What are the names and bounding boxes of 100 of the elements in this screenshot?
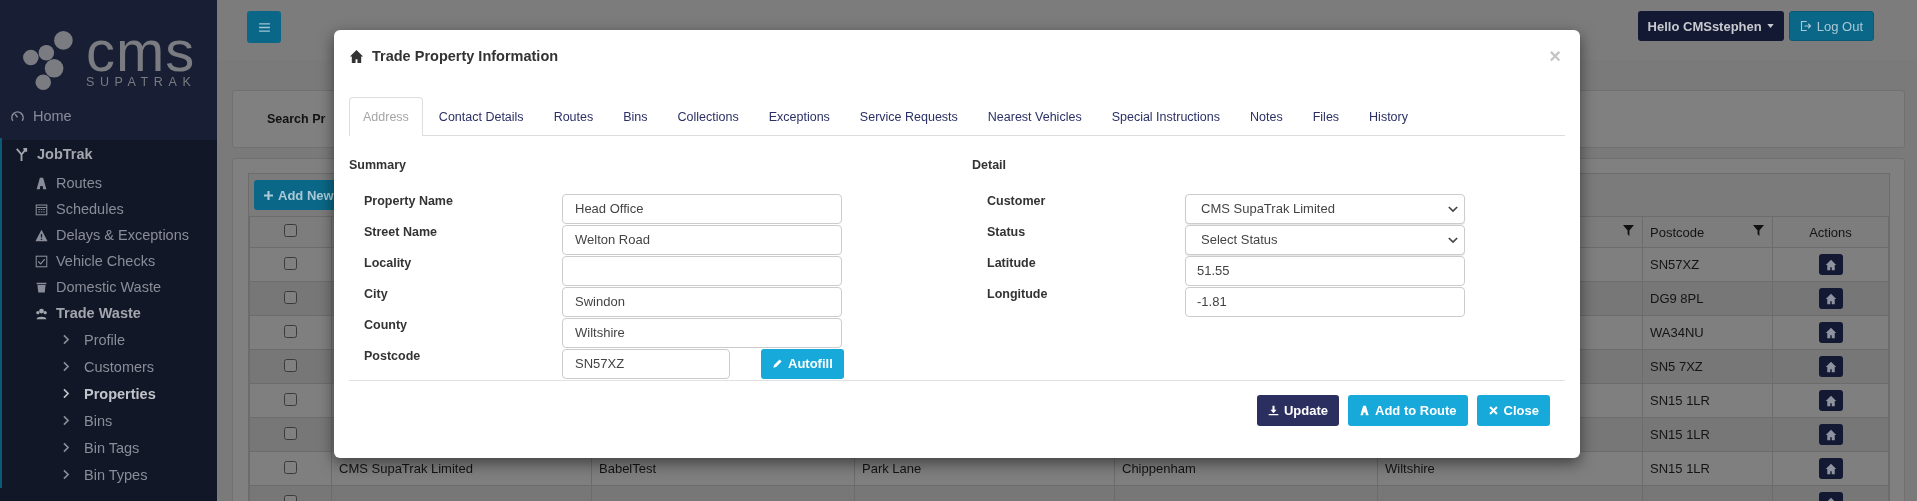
calendar-icon bbox=[35, 202, 48, 216]
field-label: Street Name bbox=[364, 224, 438, 239]
road-icon bbox=[35, 176, 48, 190]
tab[interactable]: Special Instructions bbox=[1097, 97, 1235, 135]
tab[interactable]: Contact Details bbox=[424, 97, 538, 135]
text-field[interactable]: -1.81 bbox=[1185, 286, 1465, 317]
text-field[interactable]: SN57XZ bbox=[562, 348, 730, 379]
tab[interactable]: History bbox=[1355, 97, 1422, 135]
dialog-button[interactable]: Update bbox=[1256, 395, 1339, 426]
house-icon bbox=[1824, 428, 1837, 441]
table-cell: Chippenham bbox=[1122, 461, 1196, 476]
property-button[interactable] bbox=[1818, 356, 1843, 377]
house-icon bbox=[349, 48, 364, 64]
field-label: City bbox=[364, 286, 389, 301]
tab[interactable]: Service Requests bbox=[845, 97, 972, 135]
select-all-checkbox[interactable] bbox=[284, 224, 297, 237]
chevron-right-icon bbox=[62, 334, 70, 345]
people-icon bbox=[35, 306, 48, 320]
row-checkbox[interactable] bbox=[284, 426, 297, 440]
row-checkbox[interactable] bbox=[284, 392, 297, 406]
filter-icon[interactable] bbox=[1753, 225, 1764, 236]
table-cell: Wiltshire bbox=[1385, 461, 1435, 476]
chevron-right-icon bbox=[62, 361, 70, 372]
field-label: Status bbox=[987, 224, 1027, 239]
dropdown-field[interactable]: Select Status bbox=[1185, 224, 1465, 255]
property-button[interactable] bbox=[1818, 322, 1843, 343]
text-field[interactable]: Swindon bbox=[562, 286, 842, 317]
search-label: Search Pr bbox=[267, 112, 326, 126]
logout-button[interactable]: Log Out bbox=[1788, 11, 1874, 41]
property-button[interactable] bbox=[1818, 424, 1843, 445]
field-label: Customer bbox=[987, 193, 1047, 208]
sidebar-item[interactable]: Trade Waste bbox=[2, 300, 217, 326]
table-cell: DG9 8PL bbox=[1650, 291, 1704, 306]
sidebar-item[interactable]: Vehicle Checks bbox=[2, 248, 217, 274]
sidebar-item[interactable]: Schedules bbox=[2, 196, 217, 222]
tab[interactable]: Files bbox=[1298, 97, 1354, 135]
sidebar-item[interactable]: Bin Tags bbox=[2, 434, 217, 461]
download-icon bbox=[1267, 405, 1279, 416]
dropdown-field[interactable]: CMS SupaTrak Limited bbox=[1185, 193, 1465, 224]
chevron-right-icon bbox=[62, 442, 70, 453]
section-heading: Detail bbox=[972, 158, 1008, 172]
text-field[interactable]: Head Office bbox=[562, 193, 842, 224]
sidebar-item[interactable]: Domestic Waste bbox=[2, 274, 217, 300]
tab[interactable]: Bins bbox=[609, 97, 662, 135]
field-label: Property Name bbox=[364, 193, 454, 208]
field-label: County bbox=[364, 317, 409, 332]
property-button[interactable] bbox=[1818, 288, 1843, 309]
row-checkbox[interactable] bbox=[284, 290, 297, 304]
sidebar-item[interactable]: Bin Types bbox=[2, 461, 217, 488]
chevron-right-icon bbox=[62, 469, 70, 480]
user-menu-button[interactable]: Hello CMSstephen bbox=[1637, 11, 1784, 41]
chevron-down-icon bbox=[1448, 205, 1458, 213]
property-button[interactable] bbox=[1818, 458, 1843, 479]
caret-icon bbox=[1766, 24, 1774, 28]
tab[interactable]: Notes bbox=[1236, 97, 1297, 135]
property-button[interactable] bbox=[1818, 254, 1843, 275]
row-checkbox[interactable] bbox=[284, 256, 297, 270]
row-checkbox[interactable] bbox=[284, 324, 297, 338]
text-field[interactable]: 51.55 bbox=[1185, 255, 1465, 286]
property-button[interactable] bbox=[1818, 390, 1843, 411]
row-checkbox[interactable] bbox=[284, 460, 297, 474]
plus-icon bbox=[264, 190, 273, 200]
table-cell: BabelTest bbox=[599, 461, 657, 476]
sidebar-item[interactable]: Profile bbox=[2, 326, 217, 353]
sidebar-item[interactable]: JobTrak bbox=[2, 138, 217, 170]
chevron-right-icon bbox=[62, 388, 70, 399]
table-cell: SN5 7XZ bbox=[1650, 359, 1703, 374]
filter-icon[interactable] bbox=[1623, 225, 1634, 236]
dialog-title: Trade Property Information bbox=[372, 48, 560, 64]
fork-icon bbox=[14, 146, 29, 162]
sidebar-item[interactable]: Customers bbox=[2, 353, 217, 380]
sidebar-item[interactable]: Properties bbox=[2, 380, 217, 407]
house-icon bbox=[1824, 360, 1837, 373]
house-icon bbox=[1824, 258, 1837, 271]
menu-icon bbox=[258, 22, 270, 32]
table-cell: SN15 1LR bbox=[1650, 393, 1710, 408]
field-label: Postcode bbox=[364, 348, 422, 363]
text-field[interactable]: Welton Road bbox=[562, 224, 842, 255]
table-cell: SN15 1LR bbox=[1650, 427, 1710, 442]
checkbox-icon bbox=[35, 254, 48, 268]
table-cell: CMS SupaTrak Limited bbox=[339, 461, 473, 476]
sidebar-item[interactable]: Home bbox=[0, 100, 217, 132]
row-checkbox[interactable] bbox=[284, 358, 297, 372]
tab[interactable]: Collections bbox=[663, 97, 753, 135]
pencil-icon bbox=[772, 358, 783, 369]
tab[interactable]: Routes bbox=[539, 97, 608, 135]
bin-icon bbox=[35, 280, 48, 294]
section-heading: Summary bbox=[349, 158, 407, 172]
menu-button[interactable] bbox=[247, 11, 281, 43]
tab[interactable]: Exceptions bbox=[754, 97, 844, 135]
sidebar-item[interactable]: Bins bbox=[2, 407, 217, 434]
text-field[interactable]: Wiltshire bbox=[562, 317, 842, 348]
tab[interactable]: Nearest Vehicles bbox=[973, 97, 1096, 135]
house-icon bbox=[1824, 326, 1837, 339]
road-icon bbox=[1359, 405, 1370, 416]
sidebar-item[interactable]: Routes bbox=[2, 170, 217, 196]
sidebar-item[interactable]: Delays & Exceptions bbox=[2, 222, 217, 248]
field-label: Longitude bbox=[987, 286, 1049, 301]
text-field[interactable] bbox=[562, 255, 842, 286]
table-cell: SN57XZ bbox=[1650, 257, 1700, 272]
